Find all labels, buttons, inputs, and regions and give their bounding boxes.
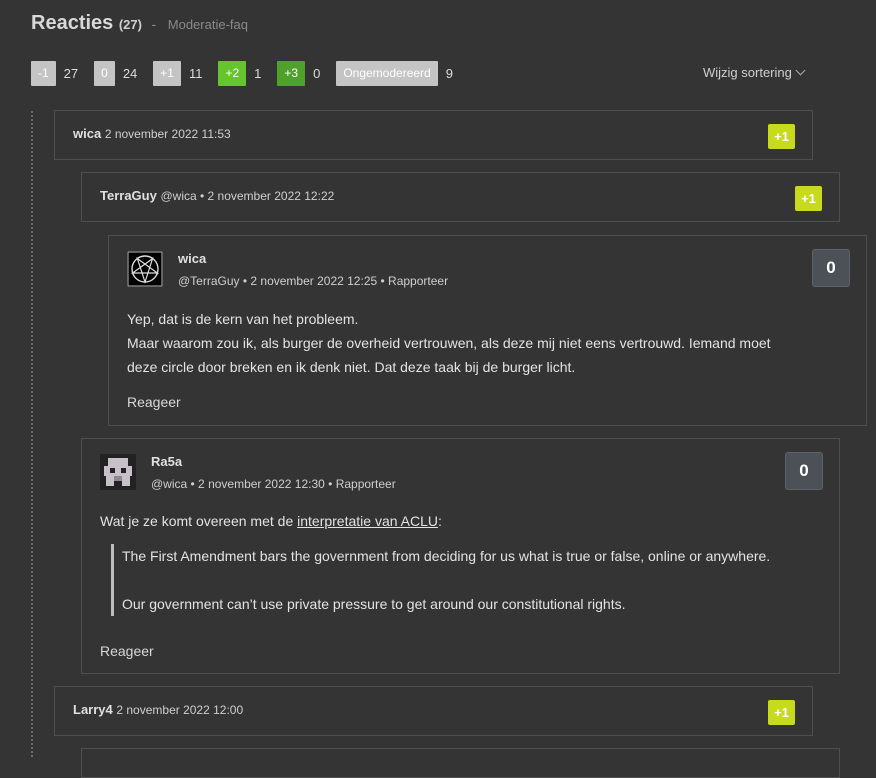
- comment-meta: 2 november 2022 11:53: [104, 127, 231, 141]
- comment-author[interactable]: Larry4: [73, 702, 113, 717]
- filter-plus2-button[interactable]: +2: [218, 61, 247, 86]
- moderation-filter-bar: -1 27 0 24 +1 11 +2 1 +3 0 Ongemodereerd…: [31, 61, 469, 86]
- score-badge: +1: [795, 186, 822, 211]
- sort-dropdown[interactable]: Wijzig sortering: [703, 65, 806, 80]
- comment-collapsed[interactable]: TerraGuy @wica • 2 november 2022 12:22 +…: [81, 172, 840, 222]
- comment-line: Maar waarom zou ik, als burger de overhe…: [127, 335, 771, 351]
- filter-unmoderated-button[interactable]: Ongemodereerd: [336, 61, 438, 86]
- filter-plus2-count: 1: [254, 66, 262, 81]
- comments-title: Reacties: [31, 12, 114, 34]
- comment-header: TerraGuy @wica • 2 november 2022 12:22: [100, 188, 334, 203]
- score-badge: 0: [785, 452, 823, 490]
- thread-line: [31, 111, 33, 757]
- pentagram-avatar: [127, 251, 163, 287]
- filter-minus1-count: 27: [63, 66, 79, 81]
- comment-author[interactable]: wica: [73, 126, 101, 141]
- blockquote: The First Amendment bars the government …: [111, 544, 770, 616]
- sort-label: Wijzig sortering: [703, 65, 792, 80]
- comment-body: Yep, dat is de kern van het probleem. Ma…: [127, 307, 771, 379]
- comment-line: deze circle door breken en ik denk niet.…: [127, 359, 576, 375]
- comments-count: (27): [118, 17, 142, 32]
- comment-header: Larry4 2 november 2022 12:00: [73, 702, 243, 717]
- filter-plus3-count: 0: [313, 66, 321, 81]
- aclu-link[interactable]: interpretatie van ACLU: [297, 513, 438, 529]
- comment-author[interactable]: TerraGuy: [100, 188, 157, 203]
- title-separator: -: [151, 16, 157, 32]
- quote-line: The First Amendment bars the government …: [122, 548, 771, 564]
- comment-author[interactable]: wica: [178, 251, 206, 266]
- comment-collapsed[interactable]: [81, 748, 840, 778]
- filter-plus3-button[interactable]: +3: [277, 61, 306, 86]
- comment-header: wica 2 november 2022 11:53: [73, 126, 231, 141]
- comment-intro: Wat je ze komt overeen met de interpreta…: [100, 509, 442, 533]
- score-badge: +1: [768, 700, 795, 725]
- comment-line: Yep, dat is de kern van het probleem.: [127, 311, 359, 327]
- score-badge: +1: [768, 124, 795, 149]
- intro-suffix: :: [437, 513, 442, 529]
- filter-plus1-button[interactable]: +1: [153, 61, 181, 86]
- filter-0-button[interactable]: 0: [94, 61, 115, 86]
- filter-plus1-count: 11: [188, 66, 203, 81]
- page-title: Reacties (27) - Moderatie-faq: [31, 12, 248, 35]
- comment-collapsed[interactable]: wica 2 november 2022 11:53 +1: [54, 110, 813, 160]
- filter-minus1-button[interactable]: -1: [31, 61, 56, 86]
- comment-expanded: wica @TerraGuy • 2 november 2022 12:25 •…: [108, 235, 867, 426]
- intro-text: Wat je ze komt overeen met de: [100, 513, 298, 529]
- comment-expanded: Ra5a @wica • 2 november 2022 12:30 • Rap…: [81, 438, 840, 674]
- comment-meta: @TerraGuy • 2 november 2022 12:25 • Rapp…: [178, 274, 449, 288]
- comment-meta: 2 november 2022 12:00: [116, 703, 244, 717]
- pixel-robot-avatar: [100, 454, 136, 490]
- reply-link[interactable]: Reageer: [100, 643, 154, 659]
- filter-0-count: 24: [122, 66, 138, 81]
- quote-line: Our government can’t use private pressur…: [122, 596, 626, 612]
- chevron-down-icon: [795, 65, 806, 76]
- comment-collapsed[interactable]: Larry4 2 november 2022 12:00 +1: [54, 686, 813, 736]
- comment-meta: @wica • 2 november 2022 12:30 • Rapporte…: [151, 477, 396, 491]
- filter-unmoderated-count: 9: [445, 66, 453, 81]
- score-badge: 0: [812, 249, 850, 287]
- comment-author[interactable]: Ra5a: [151, 454, 182, 469]
- comment-meta: @wica • 2 november 2022 12:22: [160, 189, 335, 203]
- reply-link[interactable]: Reageer: [127, 394, 181, 410]
- moderation-faq-link[interactable]: Moderatie-faq: [168, 17, 248, 32]
